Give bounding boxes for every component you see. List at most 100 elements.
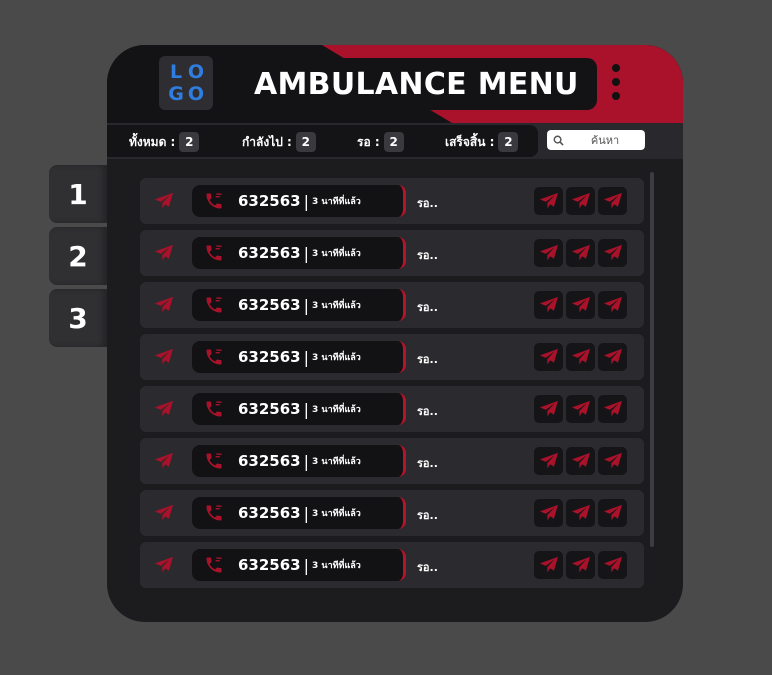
paper-plane-icon xyxy=(155,348,173,365)
logo-letter-o2: O xyxy=(187,82,205,105)
phone-icon xyxy=(206,245,222,261)
page-title: AMBULANCE MENU xyxy=(232,58,597,110)
call-info: 632563 | 3 นาทีที่แล้ว xyxy=(192,341,406,373)
call-number: 632563 xyxy=(238,244,301,262)
call-row[interactable]: 632563 | 3 นาทีที่แล้ว รอ.. xyxy=(140,542,644,588)
call-info: 632563 | 3 นาทีที่แล้ว xyxy=(192,185,406,217)
call-time-ago: 3 นาทีที่แล้ว xyxy=(312,197,361,207)
action-button-1[interactable] xyxy=(534,291,563,319)
action-button-3[interactable] xyxy=(598,187,627,215)
action-button-1[interactable] xyxy=(534,447,563,475)
paper-plane-icon xyxy=(571,192,590,209)
phone-icon xyxy=(206,453,222,469)
stat-going-count: 2 xyxy=(295,132,316,152)
action-button-2[interactable] xyxy=(566,343,595,371)
status-text: รอ.. xyxy=(417,405,438,418)
action-button-3[interactable] xyxy=(598,239,627,267)
scrollbar[interactable] xyxy=(650,172,654,547)
action-button-1[interactable] xyxy=(534,187,563,215)
phone-icon xyxy=(206,349,222,365)
call-info: 632563 | 3 นาทีที่แล้ว xyxy=(192,549,406,581)
call-number: 632563 xyxy=(238,504,301,522)
action-button-2[interactable] xyxy=(566,187,595,215)
paper-plane-icon xyxy=(539,296,558,313)
action-button-3[interactable] xyxy=(598,551,627,579)
action-button-2[interactable] xyxy=(566,499,595,527)
action-button-1[interactable] xyxy=(534,499,563,527)
logo-letter-l: L xyxy=(169,60,183,83)
call-separator: | xyxy=(303,243,310,263)
paper-plane-icon xyxy=(603,556,622,573)
stat-all: ทั้งหมด : 2 xyxy=(129,132,200,152)
status-text: รอ.. xyxy=(417,197,438,210)
logo: L O G O xyxy=(159,56,213,110)
action-button-3[interactable] xyxy=(598,291,627,319)
call-time-ago: 3 นาทีที่แล้ว xyxy=(312,561,361,571)
row-actions xyxy=(534,499,627,527)
call-separator: | xyxy=(303,451,310,471)
status-text: รอ.. xyxy=(417,457,438,470)
action-button-1[interactable] xyxy=(534,343,563,371)
stat-all-label: ทั้งหมด : xyxy=(129,134,176,149)
call-row[interactable]: 632563 | 3 นาทีที่แล้ว รอ.. xyxy=(140,438,644,484)
call-number: 632563 xyxy=(238,400,301,418)
stat-done-count: 2 xyxy=(498,132,519,152)
status-bar: ทั้งหมด : 2 กำลังไป : 2 รอ : 2 เสร็จสิ้น… xyxy=(107,123,683,159)
side-tab-3[interactable]: 3 xyxy=(49,289,107,347)
logo-letter-o: O xyxy=(187,60,205,83)
action-button-1[interactable] xyxy=(534,551,563,579)
paper-plane-icon xyxy=(571,452,590,469)
magnifier-icon xyxy=(553,135,564,146)
ambulance-panel: L O G O AMBULANCE MENU ทั้งหมด : 2 กำลัง… xyxy=(107,45,683,622)
call-row[interactable]: 632563 | 3 นาทีที่แล้ว รอ.. xyxy=(140,334,644,380)
call-number: 632563 xyxy=(238,556,301,574)
row-actions xyxy=(534,551,627,579)
call-info: 632563 | 3 นาทีที่แล้ว xyxy=(192,497,406,529)
action-button-2[interactable] xyxy=(566,395,595,423)
side-tab-2[interactable]: 2 xyxy=(49,227,107,285)
call-row[interactable]: 632563 | 3 นาทีที่แล้ว รอ.. xyxy=(140,178,644,224)
paper-plane-icon xyxy=(603,400,622,417)
paper-plane-icon xyxy=(571,556,590,573)
call-row[interactable]: 632563 | 3 นาทีที่แล้ว รอ.. xyxy=(140,282,644,328)
action-button-2[interactable] xyxy=(566,447,595,475)
paper-plane-icon xyxy=(155,400,173,417)
stat-all-count: 2 xyxy=(179,132,200,152)
call-separator: | xyxy=(303,347,310,367)
call-row[interactable]: 632563 | 3 นาทีที่แล้ว รอ.. xyxy=(140,490,644,536)
paper-plane-icon xyxy=(571,348,590,365)
action-button-3[interactable] xyxy=(598,499,627,527)
call-separator: | xyxy=(303,555,310,575)
action-button-3[interactable] xyxy=(598,395,627,423)
call-separator: | xyxy=(303,295,310,315)
search-input[interactable] xyxy=(570,133,640,147)
call-number: 632563 xyxy=(238,192,301,210)
call-row[interactable]: 632563 | 3 นาทีที่แล้ว รอ.. xyxy=(140,230,644,276)
action-button-1[interactable] xyxy=(534,239,563,267)
kebab-menu-icon[interactable] xyxy=(611,64,621,104)
side-tab-1[interactable]: 1 xyxy=(49,165,107,223)
status-text: รอ.. xyxy=(417,301,438,314)
action-button-3[interactable] xyxy=(598,343,627,371)
phone-icon xyxy=(206,193,222,209)
status-text: รอ.. xyxy=(417,353,438,366)
call-time-ago: 3 นาทีที่แล้ว xyxy=(312,353,361,363)
call-number: 632563 xyxy=(238,452,301,470)
paper-plane-icon xyxy=(603,192,622,209)
action-button-2[interactable] xyxy=(566,551,595,579)
stat-going-label: กำลังไป : xyxy=(242,134,292,149)
stat-waiting-count: 2 xyxy=(383,132,404,152)
paper-plane-icon xyxy=(571,296,590,313)
action-button-2[interactable] xyxy=(566,291,595,319)
paper-plane-icon xyxy=(539,504,558,521)
paper-plane-icon xyxy=(603,452,622,469)
paper-plane-icon xyxy=(539,192,558,209)
paper-plane-icon xyxy=(155,452,173,469)
action-button-3[interactable] xyxy=(598,447,627,475)
search-box xyxy=(547,130,645,150)
action-button-1[interactable] xyxy=(534,395,563,423)
paper-plane-icon xyxy=(571,400,590,417)
action-button-2[interactable] xyxy=(566,239,595,267)
paper-plane-icon xyxy=(539,400,558,417)
call-row[interactable]: 632563 | 3 นาทีที่แล้ว รอ.. xyxy=(140,386,644,432)
